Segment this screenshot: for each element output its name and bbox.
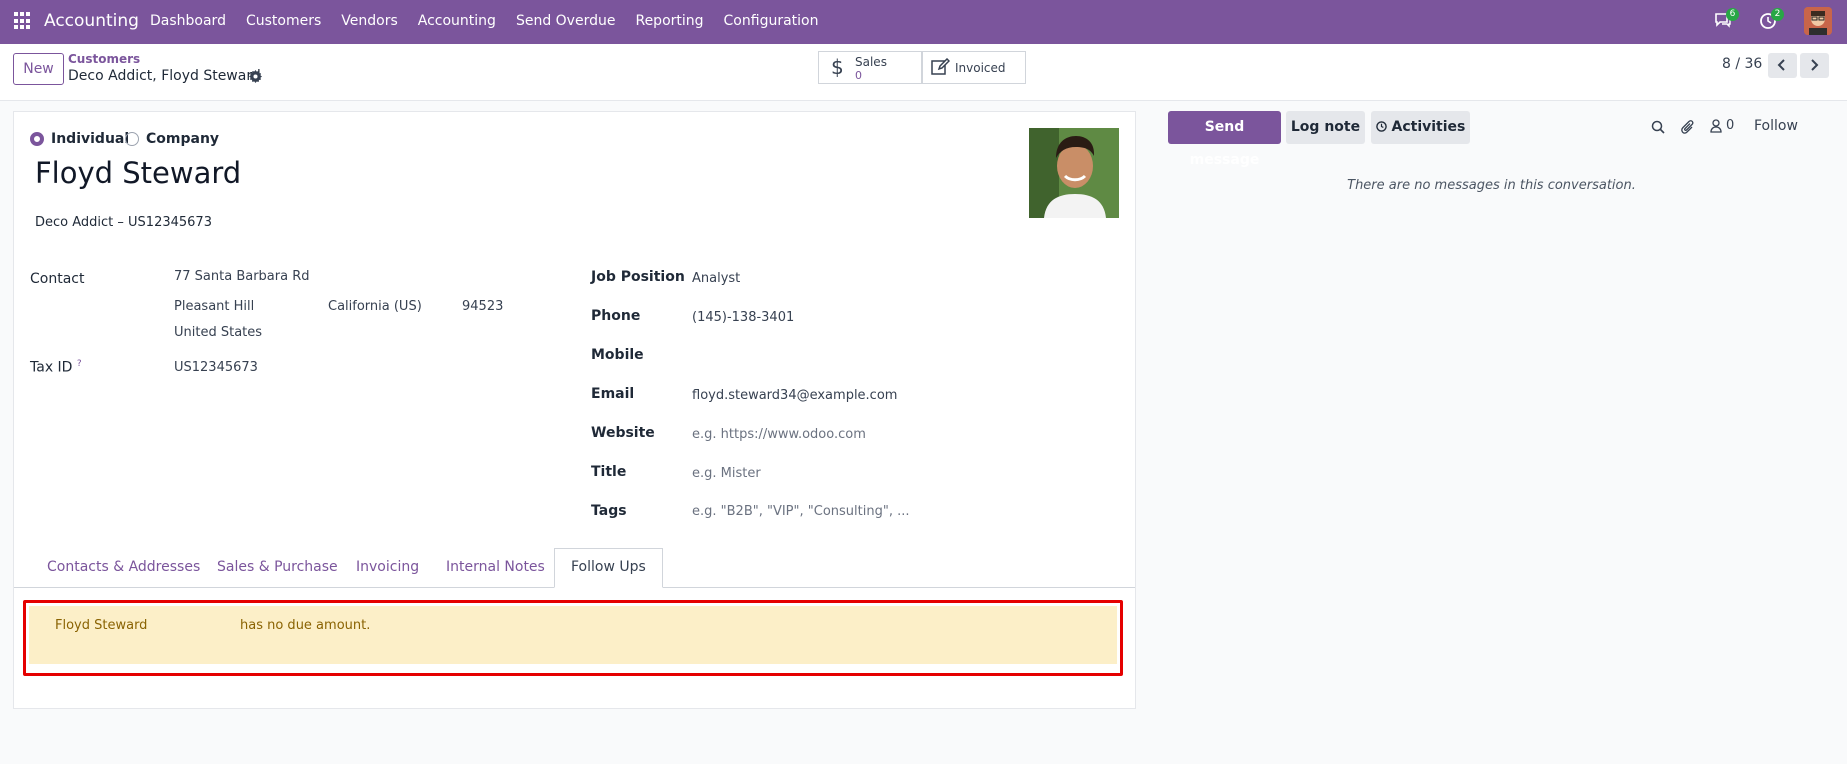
breadcrumb-current: Deco Addict, Floyd Steward (68, 68, 261, 84)
partner-name-field[interactable]: Floyd Steward (35, 156, 241, 190)
tags-label: Tags (591, 503, 627, 519)
activities-button-label: Activities (1391, 119, 1466, 135)
tab-contacts-addresses[interactable]: Contacts & Addresses (47, 559, 200, 575)
user-avatar[interactable] (1804, 7, 1832, 35)
chatter-panel: Send message Log note Activities 0 Follo… (1136, 101, 1847, 764)
menu-send-overdue[interactable]: Send Overdue (516, 13, 616, 29)
followers-count[interactable]: 0 (1726, 118, 1734, 133)
followup-message: has no due amount. (240, 618, 371, 633)
breadcrumb-parent[interactable]: Customers (68, 52, 140, 66)
gear-icon[interactable] (249, 70, 263, 87)
radio-company-dot[interactable] (125, 132, 139, 146)
title-field[interactable]: e.g. Mister (692, 466, 761, 481)
activities-button[interactable]: Activities (1371, 111, 1470, 144)
mobile-field[interactable] (692, 349, 992, 365)
parent-company-field[interactable]: Deco Addict – US12345673 (35, 215, 212, 230)
followup-notice: Floyd Steward has no due amount. (23, 600, 1123, 676)
dollar-icon: $ (831, 55, 844, 79)
contact-label: Contact (30, 271, 85, 287)
tab-follow-ups[interactable]: Follow Ups (554, 548, 663, 588)
job-position-label: Job Position (591, 269, 685, 285)
log-note-button[interactable]: Log note (1286, 111, 1365, 144)
activities-clock-icon[interactable]: 2 (1759, 8, 1784, 30)
state-field[interactable]: California (US) (328, 299, 422, 314)
job-position-field[interactable]: Analyst (692, 271, 740, 286)
control-panel: New Customers Deco Addict, Floyd Steward… (0, 44, 1847, 101)
radio-individual[interactable]: Individual (30, 131, 129, 147)
follow-button[interactable]: Follow (1754, 118, 1798, 134)
sales-stat-label: Sales (855, 55, 887, 69)
sales-stat-value: 0 (855, 69, 862, 82)
radio-individual-label: Individual (51, 131, 130, 147)
followup-alert: Floyd Steward has no due amount. (29, 606, 1117, 664)
radio-company[interactable]: Company (125, 131, 219, 147)
tab-invoicing[interactable]: Invoicing (356, 559, 419, 575)
activities-badge: 2 (1771, 8, 1784, 21)
edit-invoice-icon (931, 57, 951, 79)
empty-conversation-message: There are no messages in this conversati… (1347, 178, 1636, 193)
radio-company-label: Company (146, 131, 220, 147)
tab-internal-notes[interactable]: Internal Notes (446, 559, 545, 575)
clock-icon (1375, 121, 1387, 132)
radio-individual-dot[interactable] (30, 132, 44, 146)
menu-reporting[interactable]: Reporting (635, 13, 703, 29)
app-name[interactable]: Accounting (44, 11, 139, 31)
email-field[interactable]: floyd.steward34@example.com (692, 388, 897, 403)
title-label: Title (591, 464, 627, 480)
main-menu: Dashboard Customers Vendors Accounting S… (150, 13, 838, 29)
chevron-left-icon (1777, 59, 1785, 71)
send-message-button[interactable]: Send message (1168, 111, 1281, 168)
tax-id-label-text: Tax ID (30, 359, 73, 376)
invoiced-stat-label: Invoiced (955, 61, 1006, 75)
tax-id-field[interactable]: US12345673 (174, 360, 258, 375)
pager-value[interactable]: 8 / 36 (1722, 56, 1762, 72)
notebook-tabs: Contacts & Addresses Sales & Purchase In… (14, 548, 1135, 588)
mobile-label: Mobile (591, 347, 644, 363)
apps-menu-icon[interactable] (14, 12, 32, 30)
tax-id-label: Tax ID ? (30, 359, 82, 376)
pager-previous-button[interactable] (1768, 53, 1797, 78)
phone-field[interactable]: (145)-138-3401 (692, 310, 794, 325)
tab-sales-purchase[interactable]: Sales & Purchase (217, 559, 338, 575)
menu-vendors[interactable]: Vendors (341, 13, 397, 29)
email-label: Email (591, 386, 635, 402)
followers-user-icon[interactable] (1710, 119, 1722, 137)
top-navbar: Accounting Dashboard Customers Vendors A… (0, 0, 1847, 44)
phone-label: Phone (591, 308, 641, 324)
menu-accounting[interactable]: Accounting (418, 13, 496, 29)
menu-configuration[interactable]: Configuration (724, 13, 819, 29)
menu-customers[interactable]: Customers (246, 13, 321, 29)
zip-field[interactable]: 94523 (462, 299, 503, 314)
messages-icon[interactable]: 6 (1714, 8, 1739, 28)
new-button[interactable]: New (13, 53, 64, 85)
chevron-right-icon (1811, 59, 1819, 71)
messages-badge: 6 (1726, 8, 1739, 21)
city-field[interactable]: Pleasant Hill (174, 299, 254, 314)
website-field[interactable]: e.g. https://www.odoo.com (692, 427, 866, 442)
invoiced-stat-button[interactable]: Invoiced (922, 51, 1026, 84)
street-field[interactable]: 77 Santa Barbara Rd (174, 269, 310, 284)
pager-next-button[interactable] (1800, 53, 1829, 78)
country-field[interactable]: United States (174, 325, 262, 340)
partner-form: Individual Company Floyd Steward Deco Ad… (13, 111, 1136, 709)
partner-photo[interactable] (1029, 128, 1119, 218)
website-label: Website (591, 425, 655, 441)
tags-field[interactable]: e.g. "B2B", "VIP", "Consulting", ... (692, 504, 909, 519)
menu-dashboard[interactable]: Dashboard (150, 13, 226, 29)
search-icon[interactable] (1651, 120, 1665, 138)
followup-partner-name: Floyd Steward (55, 618, 148, 633)
sales-stat-button[interactable]: $ Sales 0 (818, 51, 922, 84)
help-icon[interactable]: ? (77, 359, 82, 369)
paperclip-icon[interactable] (1681, 120, 1695, 139)
